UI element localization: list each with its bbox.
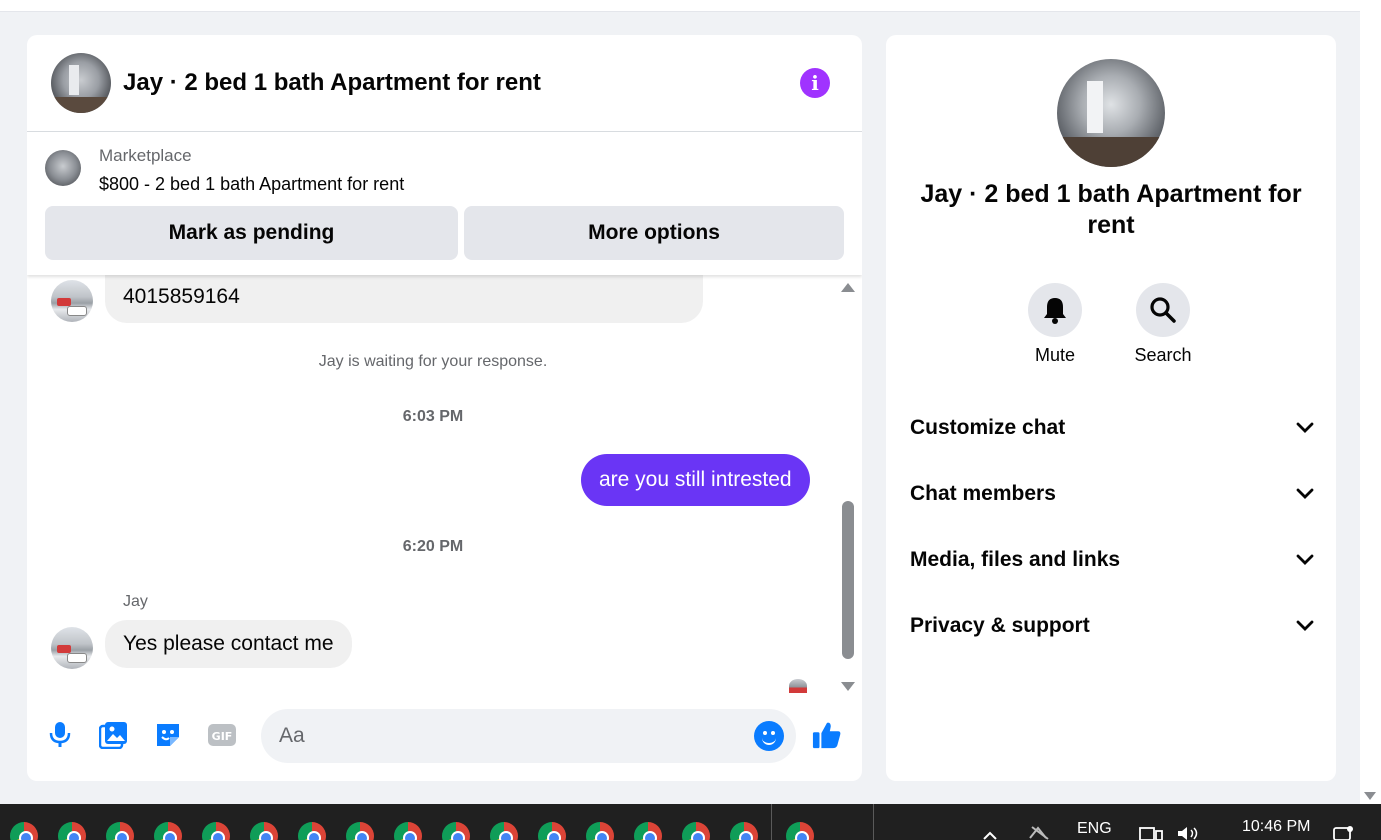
listing-price-title[interactable]: $800 - 2 bed 1 bath Apartment for rent bbox=[99, 174, 404, 195]
section-label: Privacy & support bbox=[910, 614, 1090, 637]
mark-as-pending-button[interactable]: Mark as pending bbox=[45, 206, 458, 260]
chat-panel: Jay · 2 bed 1 bath Apartment for rent i … bbox=[27, 35, 862, 781]
chrome-app-icon[interactable] bbox=[202, 822, 230, 840]
message-composer: GIF Aa bbox=[27, 703, 862, 769]
search-icon bbox=[1150, 297, 1176, 323]
profile-name: Jay · 2 bed 1 bath Apartment for rent bbox=[920, 180, 1302, 239]
customize-chat-section[interactable]: Customize chat bbox=[910, 406, 1314, 450]
message-scrollbar[interactable] bbox=[832, 279, 862, 691]
privacy-support-section[interactable]: Privacy & support bbox=[910, 604, 1314, 648]
chrome-app-icon[interactable] bbox=[682, 822, 710, 840]
profile-avatar[interactable] bbox=[1057, 59, 1165, 167]
gif-label: GIF bbox=[212, 730, 233, 743]
search-button[interactable] bbox=[1136, 283, 1190, 337]
chrome-app-icon[interactable] bbox=[154, 822, 182, 840]
chevron-down-icon bbox=[1296, 554, 1314, 565]
display-icon[interactable] bbox=[1138, 826, 1164, 840]
info-icon[interactable]: i bbox=[800, 68, 830, 98]
message-list: 4015859164 Jay is waiting for your respo… bbox=[27, 275, 862, 695]
like-thumbs-up-icon[interactable] bbox=[812, 719, 842, 751]
more-options-button[interactable]: More options bbox=[464, 206, 844, 260]
chrome-app-icon[interactable] bbox=[106, 822, 134, 840]
clock-time[interactable]: 10:46 PM bbox=[1242, 818, 1310, 836]
chrome-app-icon[interactable] bbox=[538, 822, 566, 840]
conversation-title[interactable]: Jay · 2 bed 1 bath Apartment for rent bbox=[123, 69, 541, 97]
chrome-app-icon[interactable] bbox=[346, 822, 374, 840]
media-files-links-section[interactable]: Media, files and links bbox=[910, 538, 1314, 582]
sender-avatar[interactable] bbox=[51, 280, 93, 322]
message-bubble-outgoing: are you still intrested bbox=[581, 454, 810, 506]
sender-name: Jay bbox=[123, 593, 148, 610]
scrollbar-thumb[interactable] bbox=[842, 501, 854, 659]
section-label: Chat members bbox=[910, 482, 1056, 505]
mute-label: Mute bbox=[1034, 345, 1076, 365]
search-label: Search bbox=[1134, 345, 1192, 365]
chrome-app-icon[interactable] bbox=[490, 822, 518, 840]
chrome-app-icon[interactable] bbox=[394, 822, 422, 840]
gif-icon[interactable]: GIF bbox=[207, 719, 237, 751]
photo-attach-icon[interactable] bbox=[99, 719, 129, 751]
read-receipt-avatar bbox=[789, 679, 807, 693]
section-label: Media, files and links bbox=[910, 548, 1121, 571]
chrome-app-icon[interactable] bbox=[442, 822, 470, 840]
notification-icon[interactable] bbox=[1332, 826, 1354, 840]
network-icon[interactable] bbox=[1028, 826, 1052, 840]
waiting-notice: Jay is waiting for your response. bbox=[318, 353, 548, 370]
language-indicator[interactable]: ENG bbox=[1077, 820, 1112, 838]
conversation-avatar[interactable] bbox=[51, 53, 111, 113]
marketplace-listing-card: Marketplace $800 - 2 bed 1 bath Apartmen… bbox=[27, 132, 862, 275]
mute-button[interactable] bbox=[1028, 283, 1082, 337]
chrome-app-icon[interactable] bbox=[786, 822, 814, 840]
chevron-up-icon[interactable] bbox=[982, 830, 998, 840]
windows-taskbar: ... ENG 10:46 PM bbox=[0, 804, 1381, 840]
message-text: are you still intrested bbox=[599, 468, 792, 491]
message-text: 4015859164 bbox=[123, 285, 240, 308]
listing-thumbnail[interactable] bbox=[45, 150, 81, 186]
timestamp: 6:03 PM bbox=[402, 408, 464, 425]
browser-top-strip bbox=[0, 0, 1360, 12]
more-icon[interactable]: ... bbox=[836, 826, 851, 840]
message-input[interactable]: Aa bbox=[261, 709, 796, 763]
microphone-icon[interactable] bbox=[45, 719, 75, 751]
sender-avatar[interactable] bbox=[51, 627, 93, 669]
taskbar-divider bbox=[771, 804, 772, 840]
chrome-app-icon[interactable] bbox=[10, 822, 38, 840]
chrome-app-icon[interactable] bbox=[58, 822, 86, 840]
section-label: Customize chat bbox=[910, 416, 1066, 439]
sticker-icon[interactable] bbox=[153, 719, 183, 751]
chat-header: Jay · 2 bed 1 bath Apartment for rent i bbox=[27, 35, 862, 132]
emoji-icon[interactable] bbox=[754, 721, 784, 751]
chrome-app-icon[interactable] bbox=[586, 822, 614, 840]
scroll-down-arrow-icon[interactable] bbox=[1364, 792, 1376, 800]
chevron-down-icon bbox=[1296, 620, 1314, 631]
timestamp: 6:20 PM bbox=[402, 538, 464, 555]
message-bubble-incoming: Yes please contact me bbox=[105, 620, 352, 668]
message-text: Yes please contact me bbox=[123, 632, 334, 655]
taskbar-divider bbox=[873, 804, 874, 840]
conversation-info-panel: Jay · 2 bed 1 bath Apartment for rent Mu… bbox=[886, 35, 1336, 781]
chrome-app-icon[interactable] bbox=[250, 822, 278, 840]
chevron-down-icon bbox=[1296, 488, 1314, 499]
message-bubble-incoming: 4015859164 bbox=[105, 275, 703, 323]
volume-icon[interactable] bbox=[1176, 826, 1202, 840]
page-scrollbar[interactable] bbox=[1360, 0, 1381, 804]
scroll-up-arrow-icon[interactable] bbox=[841, 283, 855, 292]
marketplace-label: Marketplace bbox=[99, 146, 192, 165]
chrome-app-icon[interactable] bbox=[634, 822, 662, 840]
message-input-placeholder: Aa bbox=[279, 724, 305, 747]
bell-icon bbox=[1044, 298, 1066, 324]
chevron-down-icon bbox=[1296, 422, 1314, 433]
scroll-down-arrow-icon[interactable] bbox=[841, 682, 855, 691]
chrome-app-icon[interactable] bbox=[298, 822, 326, 840]
chat-members-section[interactable]: Chat members bbox=[910, 472, 1314, 516]
chrome-app-icon[interactable] bbox=[730, 822, 758, 840]
